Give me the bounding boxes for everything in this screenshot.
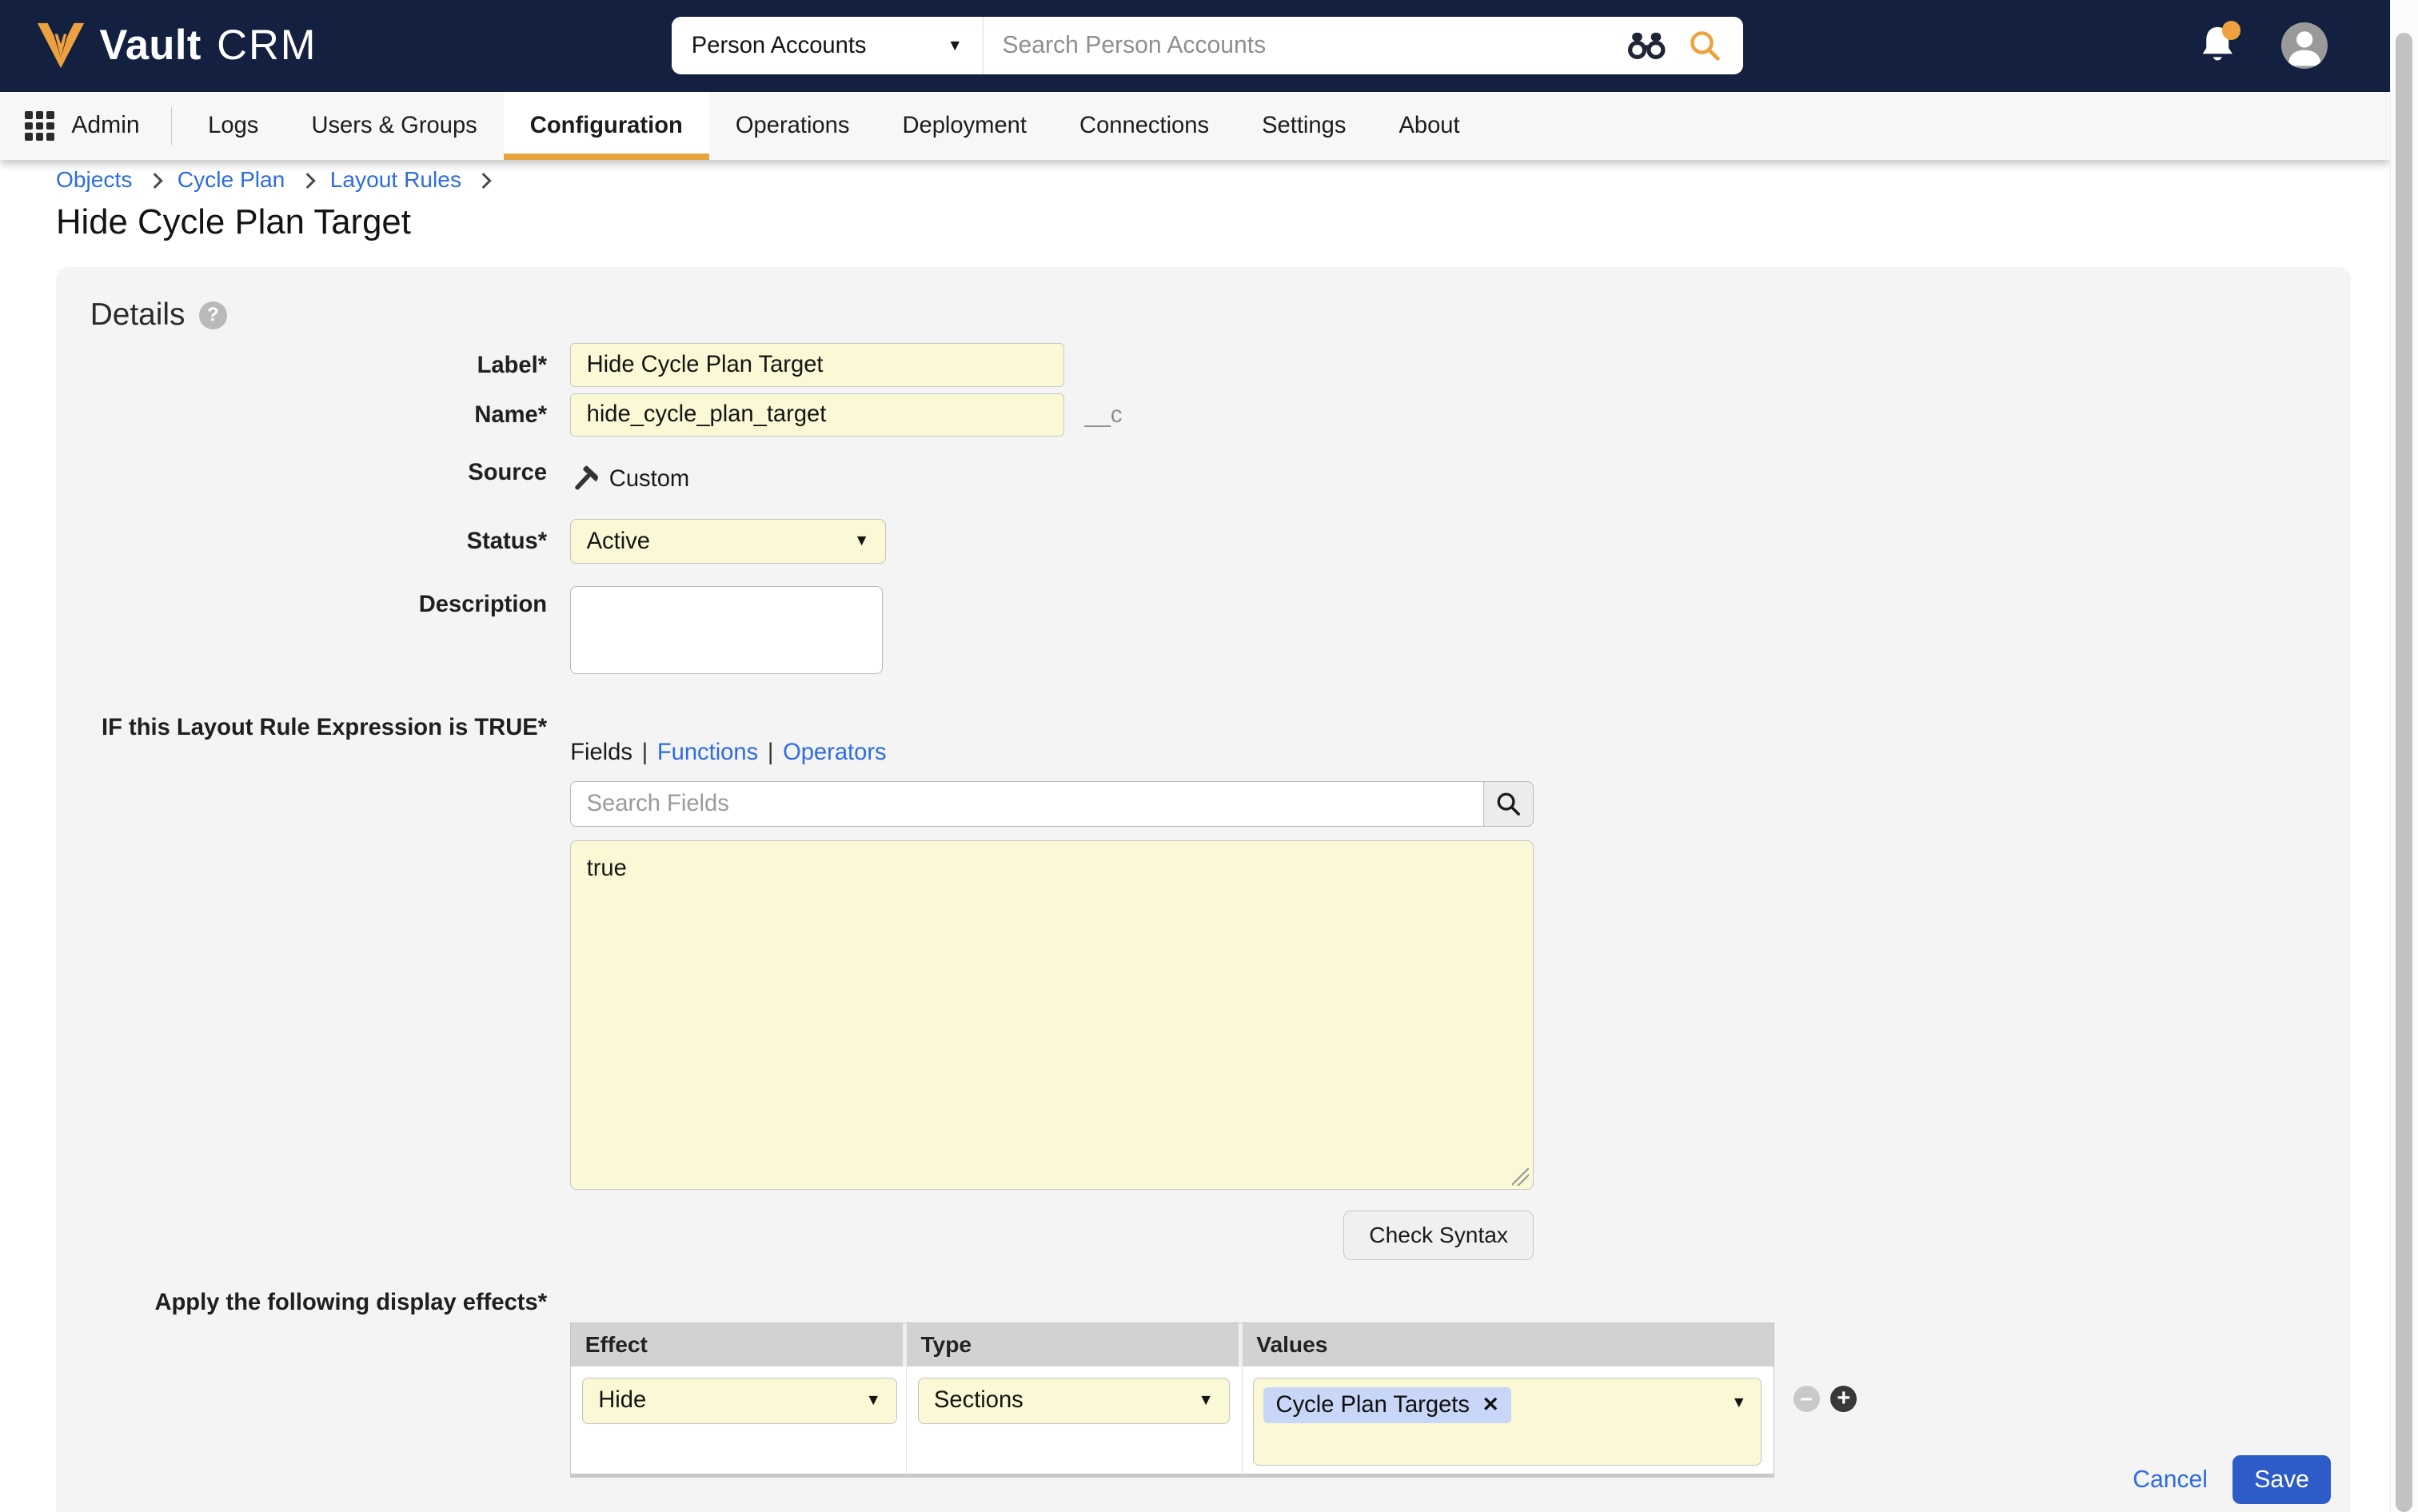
vault-crm-logo[interactable]: Vault CRM — [34, 0, 317, 92]
description-field-label: Description — [56, 586, 547, 619]
effects-table-header: Effect Type Values — [571, 1323, 1774, 1366]
status-select[interactable]: Active ▼ — [570, 519, 886, 564]
chevron-down-icon: ▼ — [854, 533, 869, 549]
search-icon[interactable] — [1688, 29, 1722, 63]
app-launcher[interactable]: Admin — [0, 92, 162, 161]
chevron-right-icon — [300, 173, 315, 188]
picker-functions[interactable]: Functions — [657, 740, 758, 765]
expression-pickers: Fields|Functions|Operators — [570, 740, 1534, 766]
description-textarea[interactable] — [570, 586, 883, 675]
help-icon[interactable]: ? — [199, 301, 227, 329]
notifications-bell-icon[interactable] — [2197, 24, 2238, 67]
details-card: Details ? Label* Name* __c Source — [56, 267, 2351, 1512]
column-type: Type — [907, 1323, 1243, 1366]
type-value: Sections — [934, 1387, 1023, 1414]
tab-settings[interactable]: Settings — [1235, 92, 1372, 161]
picker-fields[interactable]: Fields — [570, 740, 632, 765]
search-scope-value: Person Accounts — [692, 33, 867, 59]
top-header: Vault CRM Person Accounts ▼ — [0, 0, 2390, 92]
breadcrumb-cycle-plan[interactable]: Cycle Plan — [178, 166, 285, 193]
remove-row-button[interactable]: − — [1794, 1386, 1820, 1412]
name-field-input[interactable] — [570, 393, 1064, 437]
chip-remove-icon[interactable]: ✕ — [1482, 1395, 1499, 1415]
save-button[interactable]: Save — [2232, 1455, 2331, 1504]
notification-badge — [2222, 21, 2240, 39]
global-search-bar: Person Accounts ▼ — [672, 17, 1744, 74]
launcher-label: Admin — [71, 112, 139, 139]
effect-value: Hide — [598, 1387, 646, 1414]
search-input[interactable] — [984, 17, 1626, 74]
effect-select[interactable]: Hide ▼ — [582, 1378, 898, 1424]
cancel-button[interactable]: Cancel — [2133, 1466, 2208, 1494]
search-fields-input[interactable] — [570, 781, 1484, 826]
nav-divider — [171, 107, 173, 145]
effects-label: Apply the following display effects* — [56, 1290, 547, 1316]
vertical-scrollbar[interactable] — [2390, 0, 2418, 1512]
tab-users-groups[interactable]: Users & Groups — [285, 92, 503, 161]
scrollbar-thumb[interactable] — [2396, 33, 2412, 1512]
tab-logs[interactable]: Logs — [182, 92, 285, 161]
add-row-button[interactable]: + — [1830, 1386, 1857, 1412]
breadcrumb-objects[interactable]: Objects — [56, 166, 132, 193]
label-field-input[interactable] — [570, 343, 1064, 386]
effects-table: Effect Type Values Hide ▼ — [570, 1323, 1774, 1478]
page-title: Hide Cycle Plan Target — [56, 202, 411, 242]
app-window: Vault CRM Person Accounts ▼ — [0, 0, 2418, 1512]
column-values: Values — [1243, 1323, 1771, 1366]
tab-operations[interactable]: Operations — [709, 92, 876, 161]
column-effect: Effect — [571, 1323, 907, 1366]
user-avatar[interactable] — [2281, 22, 2328, 69]
value-chip: Cycle Plan Targets ✕ — [1263, 1387, 1511, 1423]
waffle-grid-icon — [25, 111, 54, 141]
chevron-down-icon: ▼ — [1199, 1393, 1214, 1408]
admin-nav-bar: Admin Logs Users & Groups Configuration … — [0, 92, 2390, 161]
details-heading: Details — [90, 297, 186, 333]
expression-label: IF this Layout Rule Expression is TRUE* — [56, 715, 547, 741]
chevron-right-icon — [147, 173, 162, 188]
check-syntax-button[interactable]: Check Syntax — [1343, 1211, 1534, 1260]
tab-configuration[interactable]: Configuration — [504, 92, 709, 161]
breadcrumb-layout-rules[interactable]: Layout Rules — [330, 166, 461, 193]
breadcrumb: Objects Cycle Plan Layout Rules — [56, 166, 489, 193]
search-icon — [1495, 791, 1522, 817]
tab-connections[interactable]: Connections — [1053, 92, 1235, 161]
label-field-label: Label* — [56, 343, 547, 379]
search-scope-selector[interactable]: Person Accounts ▼ — [672, 17, 984, 74]
brand-vault: Vault — [99, 22, 201, 70]
chevron-down-icon: ▼ — [948, 38, 963, 54]
chevron-down-icon: ▼ — [1731, 1395, 1746, 1410]
tab-deployment[interactable]: Deployment — [876, 92, 1053, 161]
chevron-down-icon: ▼ — [866, 1393, 881, 1408]
type-select[interactable]: Sections ▼ — [918, 1378, 1231, 1424]
status-value: Active — [587, 529, 650, 555]
expression-textarea[interactable]: true — [570, 840, 1534, 1190]
picker-operators[interactable]: Operators — [783, 740, 887, 765]
tab-about[interactable]: About — [1372, 92, 1486, 161]
chevron-right-icon — [477, 173, 492, 188]
binoculars-icon[interactable] — [1626, 30, 1667, 62]
name-suffix: __c — [1084, 393, 1122, 429]
brand-crm: CRM — [217, 22, 317, 70]
hammer-icon — [570, 465, 600, 494]
name-field-label: Name* — [56, 393, 547, 429]
source-field-label: Source — [56, 460, 547, 486]
chip-label: Cycle Plan Targets — [1276, 1392, 1470, 1418]
values-multiselect[interactable]: Cycle Plan Targets ✕ ▼ — [1253, 1378, 1761, 1466]
search-fields-button[interactable] — [1484, 781, 1534, 826]
status-field-label: Status* — [56, 519, 547, 555]
vault-v-icon — [34, 20, 87, 71]
source-value: Custom — [609, 466, 689, 493]
effects-table-row: Hide ▼ Sections ▼ — [571, 1366, 1774, 1474]
